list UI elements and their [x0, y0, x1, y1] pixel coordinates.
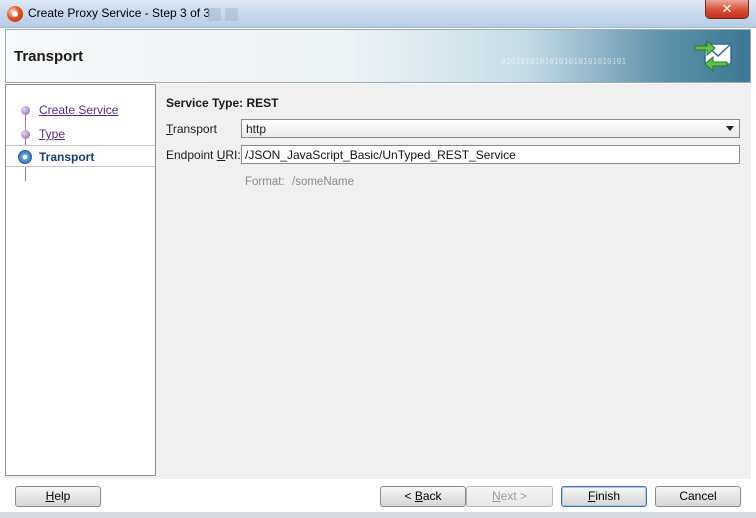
app-logo-icon: [7, 6, 23, 22]
endpoint-uri-input[interactable]: [241, 145, 740, 164]
banner-binary-decoration: 01010101010101010101010101: [501, 57, 627, 66]
next-button[interactable]: Next >: [466, 486, 553, 507]
step-label[interactable]: Type: [39, 127, 65, 141]
transport-select[interactable]: http: [241, 119, 740, 138]
ghost-check-icon: [208, 8, 221, 21]
service-type-heading: Service Type: REST: [166, 96, 279, 110]
step-label: Transport: [39, 150, 95, 164]
ghost-close-icon: [225, 8, 238, 21]
transport-envelope-icon: [694, 39, 732, 73]
chevron-down-icon[interactable]: [726, 126, 734, 131]
wizard-header-banner: Transport 01010101010101010101010101: [5, 29, 751, 83]
step-dot-icon: [21, 130, 30, 139]
cancel-button[interactable]: Cancel: [655, 486, 741, 507]
format-hint-value: /someName: [292, 176, 354, 188]
step-type[interactable]: Type: [6, 123, 155, 145]
step-create-service[interactable]: Create Service: [6, 99, 155, 121]
back-button[interactable]: < Back: [380, 486, 466, 507]
window-title: Create Proxy Service - Step 3 of 3: [28, 6, 211, 20]
transport-label: Transport: [166, 122, 217, 136]
window-titlebar: Create Proxy Service - Step 3 of 3 ✕: [0, 0, 756, 28]
help-button[interactable]: Help: [15, 486, 101, 507]
endpoint-uri-label: Endpoint URI:: [166, 148, 241, 162]
window-bottom-edge: [0, 512, 756, 518]
page-title: Transport: [14, 48, 84, 65]
format-hint-label: Format:: [245, 176, 285, 188]
step-dot-icon: [21, 106, 30, 115]
titlebar-ghost-icons: [208, 8, 246, 22]
wizard-step-navigator: Create Service Type Transport: [5, 84, 156, 476]
transport-select-value: http: [246, 122, 267, 136]
window-close-button[interactable]: ✕: [705, 0, 749, 19]
finish-button[interactable]: Finish: [561, 486, 647, 507]
step-label[interactable]: Create Service: [39, 103, 118, 117]
step-transport[interactable]: Transport: [6, 145, 155, 167]
current-step-icon: [18, 150, 32, 164]
